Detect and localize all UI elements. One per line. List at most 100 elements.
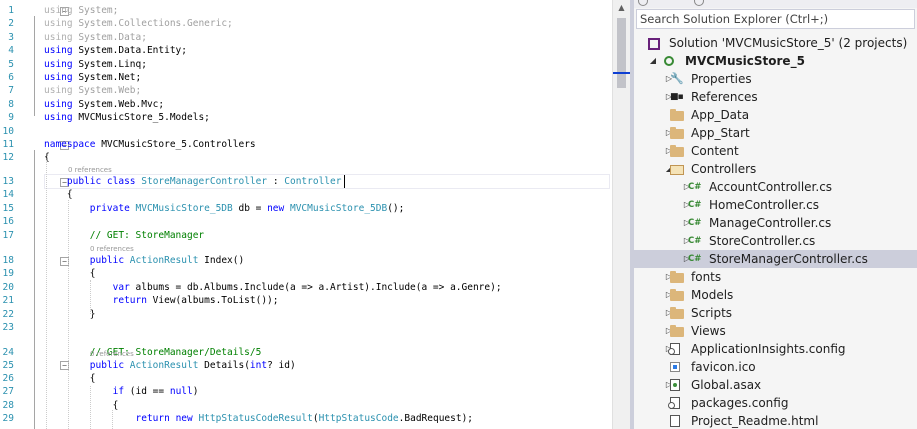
code-line[interactable]: using System.Web.Mvc; xyxy=(44,98,164,111)
code-line[interactable]: // GET: StoreManager/Details/5 xyxy=(44,346,262,359)
code-token: return xyxy=(44,413,170,425)
code-line[interactable]: using System.Data; xyxy=(44,31,147,44)
code-token: { xyxy=(44,373,96,384)
collapse-arrow-icon[interactable]: ◢ xyxy=(648,54,658,68)
tree-node[interactable]: ▷ C# AccountController.cs xyxy=(634,178,917,196)
tree-node-label: AccountController.cs xyxy=(709,180,833,194)
csharp-file-icon: C# xyxy=(688,236,702,246)
line-number: 19 xyxy=(2,268,14,280)
line-number: 28 xyxy=(2,399,14,411)
code-line[interactable]: namespace MVCMusicStore_5.Controllers xyxy=(44,138,256,151)
code-line[interactable]: return new HttpStatusCodeResult(HttpStat… xyxy=(44,412,474,425)
tree-node-label: Content xyxy=(691,144,739,158)
code-token: System.Data; xyxy=(72,31,147,43)
code-text-area[interactable]: using System; using System.Collections.Ge… xyxy=(44,0,612,429)
tree-node-label: App_Data xyxy=(691,108,750,122)
tree-node[interactable]: ▷ C# HomeController.cs xyxy=(634,196,917,214)
code-lens-references[interactable]: 0 references xyxy=(90,245,134,254)
code-line[interactable]: using System.Web; xyxy=(44,84,141,97)
tree-node[interactable]: ▷ Content xyxy=(634,142,917,160)
solution-explorer-search[interactable] xyxy=(636,9,915,29)
code-token: MVCMusicStore_5.Models; xyxy=(72,112,210,124)
scroll-up-icon[interactable]: ▲ xyxy=(613,0,630,16)
tree-node-label: MVCMusicStore_5 xyxy=(685,54,805,68)
tree-node-label: favicon.ico xyxy=(691,360,756,374)
code-token: System.Linq; xyxy=(72,58,147,70)
tree-node[interactable]: ◢ Controllers xyxy=(634,160,917,178)
tree-node[interactable]: ▷ Views xyxy=(634,322,917,340)
solution-explorer: Solution 'MVCMusicStore_5' (2 projects) ◢… xyxy=(634,0,917,429)
line-number: 29 xyxy=(2,413,14,425)
code-token: : xyxy=(267,176,285,187)
code-line[interactable]: using System; xyxy=(44,4,118,17)
code-token: ? id) xyxy=(267,359,296,371)
tree-node[interactable]: ▷ 🔧 Properties xyxy=(634,70,917,88)
tree-node[interactable]: ▷ App_Start xyxy=(634,124,917,142)
code-token: albums = db.Albums.Include(a => a.Artist… xyxy=(129,281,502,293)
asax-file-icon xyxy=(670,379,680,391)
tree-node-label: Global.asax xyxy=(691,378,762,392)
config-file-icon xyxy=(668,343,680,355)
code-line[interactable]: using MVCMusicStore_5.Models; xyxy=(44,111,210,124)
tree-node-label: HomeController.cs xyxy=(709,198,820,212)
code-editor[interactable]: 1 2 3 4 5 6 7 8 9 10 11 12 13 14 15 16 17 18 19 20 21 22 23 24 2… xyxy=(0,0,612,429)
tree-node-label: ManageController.cs xyxy=(709,216,832,230)
tree-node[interactable]: packages.config xyxy=(634,394,917,412)
code-line[interactable]: using System.Net; xyxy=(44,71,141,84)
tree-node[interactable]: Solution 'MVCMusicStore_5' (2 projects) xyxy=(634,34,917,52)
folder-icon xyxy=(670,145,684,157)
code-line[interactable]: var albums = db.Albums.Include(a => a.Ar… xyxy=(44,281,502,294)
tree-node[interactable]: ▷ C# StoreManagerController.cs xyxy=(634,250,917,268)
tree-node[interactable]: ◢ MVCMusicStore_5 xyxy=(634,52,917,70)
code-token: using xyxy=(44,58,73,70)
line-number: 11 xyxy=(2,139,14,150)
toolbar-icon[interactable] xyxy=(694,0,704,6)
tree-node[interactable]: ▷ Global.asax xyxy=(634,376,917,394)
line-number: 5 xyxy=(8,58,14,70)
code-lens-references[interactable]: 0 references xyxy=(68,166,112,175)
tree-node[interactable]: ▷ApplicationInsights.config xyxy=(634,340,917,358)
code-token: StoreManagerController xyxy=(135,176,268,187)
code-line[interactable]: return View(albums.ToList()); xyxy=(44,294,279,307)
code-line[interactable]: } xyxy=(44,308,96,321)
project-icon xyxy=(664,56,674,66)
editor-vertical-scrollbar[interactable]: ▲ xyxy=(612,0,630,429)
code-line[interactable]: using System.Linq; xyxy=(44,58,147,71)
code-line[interactable]: using System.Data.Entity; xyxy=(44,44,187,57)
code-token: System.Web.Mvc; xyxy=(72,98,165,110)
code-token: System.Net; xyxy=(72,72,142,83)
line-number: 2 xyxy=(8,18,14,30)
code-line[interactable]: { xyxy=(44,267,96,280)
tree-node-label: fonts xyxy=(691,270,722,284)
code-line[interactable]: public ActionResult Index() xyxy=(44,254,244,267)
tree-node-label: Controllers xyxy=(691,162,757,176)
code-line[interactable]: using System.Collections.Generic; xyxy=(44,17,233,30)
tree-node[interactable]: App_Data xyxy=(634,106,917,124)
code-token: using xyxy=(44,18,73,30)
tree-node[interactable]: ▷ ■▪ References xyxy=(634,88,917,106)
tree-node[interactable]: Project_Readme.html xyxy=(634,412,917,429)
tree-node[interactable]: favicon.ico xyxy=(634,358,917,376)
code-token: namespace xyxy=(44,139,96,150)
tree-node[interactable]: ▷ Scripts xyxy=(634,304,917,322)
code-token: MVCMusicStore_5DB xyxy=(129,202,233,214)
line-number: 18 xyxy=(2,255,14,266)
code-line[interactable]: private MVCMusicStore_5DB db = new MVCMu… xyxy=(44,202,405,215)
code-line[interactable]: { xyxy=(44,399,119,412)
tree-node[interactable]: ▷ fonts xyxy=(634,268,917,286)
tree-node-label: Views xyxy=(691,324,726,338)
code-token: ActionResult xyxy=(124,359,199,371)
code-token: using xyxy=(44,85,73,97)
search-input[interactable] xyxy=(640,10,910,28)
tree-node[interactable]: ▷ C# StoreController.cs xyxy=(634,232,917,250)
code-token: System.Web; xyxy=(72,85,142,97)
code-lens-references[interactable]: 0 references xyxy=(90,350,134,359)
code-line[interactable]: { xyxy=(44,372,96,385)
code-line[interactable]: public ActionResult Details(int? id) xyxy=(44,359,296,372)
tree-node[interactable]: ▷ Models xyxy=(634,286,917,304)
toolbar-icon[interactable] xyxy=(638,0,648,6)
code-token: using xyxy=(44,112,73,124)
tree-node[interactable]: ▷ C# ManageController.cs xyxy=(634,214,917,232)
code-line[interactable]: public class StoreManagerController : Co… xyxy=(44,175,342,188)
scroll-thumb[interactable] xyxy=(617,18,626,88)
